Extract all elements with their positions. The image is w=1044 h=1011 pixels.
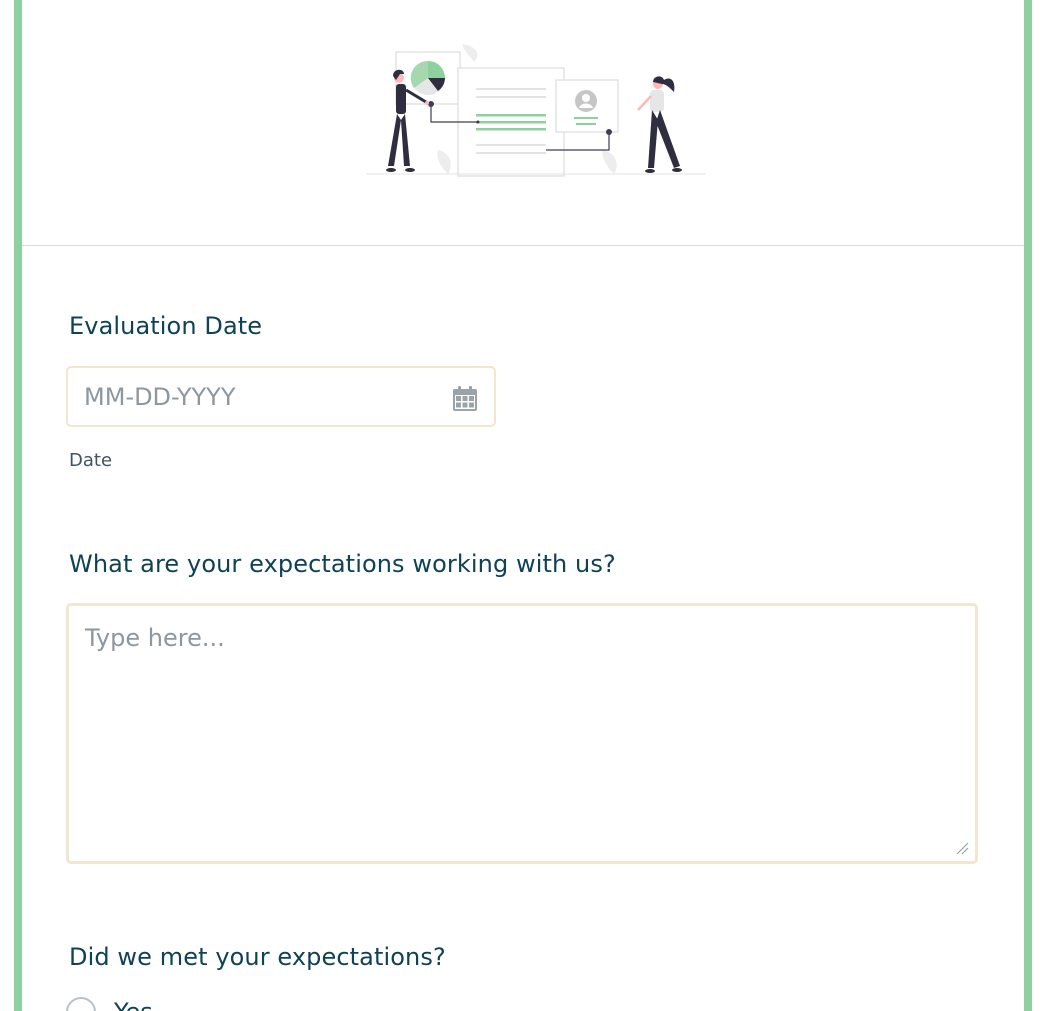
form-frame: Evaluation Date Date What are your expec… (14, 0, 1032, 1011)
radio-label-yes: Yes (114, 998, 153, 1011)
header-illustration-area (22, 0, 1024, 246)
expectations-question-label: What are your expectations working with … (69, 550, 616, 578)
evaluation-date-input[interactable] (84, 368, 434, 425)
evaluation-date-field[interactable] (66, 366, 496, 427)
team-illustration (366, 44, 706, 177)
calendar-icon[interactable] (452, 386, 478, 412)
met-expectations-label: Did we met your expectations? (69, 943, 446, 971)
expectations-answer-textarea[interactable] (69, 606, 975, 861)
radio-button-yes[interactable] (66, 997, 96, 1011)
evaluation-date-sublabel: Date (69, 450, 113, 471)
evaluation-date-label: Evaluation Date (69, 312, 263, 340)
resize-grip-icon[interactable] (955, 841, 969, 855)
expectations-answer-field[interactable] (66, 603, 978, 864)
radio-option-yes[interactable]: Yes (66, 997, 466, 1011)
